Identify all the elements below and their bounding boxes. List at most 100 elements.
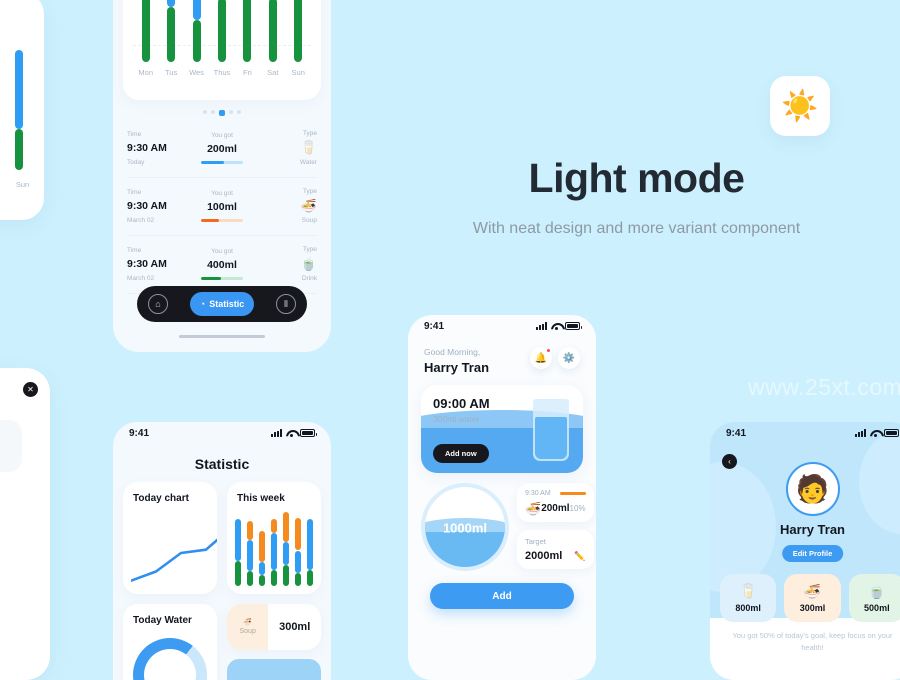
- soup-bowl-icon: 🍜: [525, 501, 542, 516]
- history-progress-bar: [200, 277, 243, 280]
- bar-segment: [283, 565, 289, 586]
- wifi-icon: [551, 322, 561, 330]
- history-amount: 100ml: [207, 201, 237, 213]
- bell-icon[interactable]: 🔔: [530, 347, 552, 369]
- today-chart-card[interactable]: Today chart: [123, 482, 217, 594]
- greeting-row: Good Morning, Harry Tran 🔔 ⚙️: [408, 337, 596, 375]
- tab-statistic[interactable]: ◔ Statistic: [189, 292, 255, 316]
- signal-icon: [271, 429, 282, 437]
- today-water-title: Today Water: [133, 615, 192, 626]
- profile-stat-amount: 500ml: [864, 602, 890, 613]
- target-card[interactable]: Target 2000ml ✏️: [517, 530, 594, 569]
- cropped-chart-card: SatSun: [0, 0, 44, 220]
- reminder-time: 09:00 AM: [433, 396, 490, 411]
- bar-column: [271, 512, 277, 586]
- pencil-icon[interactable]: ✏️: [574, 551, 585, 562]
- reminder-card[interactable]: 09:00 AM 300ml water Add now: [421, 385, 583, 473]
- edit-profile-button[interactable]: Edit Profile: [781, 545, 844, 562]
- soup-summary-card[interactable]: 🍜 Soup 300ml: [227, 604, 321, 650]
- history-amount: 200ml: [207, 143, 237, 155]
- profile-name: Harry Tran: [779, 522, 846, 537]
- type-chip-drink[interactable]: 🍵 Drink: [0, 420, 22, 472]
- bar-segment: [295, 550, 301, 573]
- bar-segment: [247, 540, 253, 572]
- history-type: Water: [299, 159, 317, 166]
- soup-card-amount: 300ml: [279, 621, 311, 633]
- status-time: 9:41: [424, 320, 445, 332]
- intake-log-card[interactable]: 9:30 AM 🍜 200ml 10%: [517, 483, 594, 522]
- today-line-chart: [131, 516, 217, 586]
- history-amount-label: You got: [211, 190, 233, 197]
- bar-column: [247, 512, 253, 586]
- status-bar: 9:41: [113, 422, 331, 444]
- bar-segment: [167, 7, 176, 62]
- bar-segment: [247, 571, 253, 586]
- today-water-card[interactable]: Today Water: [123, 604, 217, 680]
- bar-column: [235, 512, 241, 586]
- add-button[interactable]: Add: [430, 583, 574, 609]
- history-row[interactable]: Time 9:30 AM Today You got 200ml Type 🥛 Water: [127, 120, 317, 178]
- history-time: 9:30 AM: [127, 257, 167, 270]
- bottom-navigation: ⌂ ◔ Statistic ⦀: [137, 286, 307, 322]
- this-week-card[interactable]: This week: [227, 482, 321, 594]
- axis-tick-label: Tus: [165, 68, 178, 77]
- battery-icon: [884, 429, 900, 437]
- target-label: Target: [525, 537, 546, 546]
- status-indicators: [271, 429, 317, 437]
- profile-stat-card[interactable]: 🍵 500ml: [848, 574, 900, 622]
- bar-column: [268, 0, 277, 62]
- sliders-icon[interactable]: ⦀: [275, 294, 296, 314]
- bar-segment: [247, 520, 253, 541]
- profile-stat-card[interactable]: 🍜 300ml: [784, 574, 841, 622]
- bar-segment: [217, 0, 226, 62]
- bar-segment: [192, 0, 201, 20]
- log-time: 9:30 AM: [525, 490, 551, 497]
- cropped-bar-chart: [0, 50, 36, 170]
- back-arrow-icon[interactable]: ‹: [722, 454, 737, 469]
- water-progress-value: 1000ml: [442, 520, 488, 536]
- wifi-icon: [286, 429, 296, 437]
- bar-segment: [268, 0, 277, 62]
- history-time-label: Time: [127, 130, 142, 138]
- line-series: [131, 528, 217, 581]
- home-icon[interactable]: ⌂: [148, 294, 168, 314]
- axis-tick-label: Fri: [243, 68, 252, 77]
- profile-stat-amount: 800ml: [735, 602, 761, 613]
- profile-stat-card[interactable]: 🥛 800ml: [720, 574, 777, 622]
- profile-stat-amount: 300ml: [799, 602, 826, 613]
- history-date: Today: [127, 158, 145, 166]
- history-progress-bar: [200, 219, 243, 222]
- gear-icon[interactable]: ⚙️: [558, 347, 580, 369]
- pie-chart-icon: ◔: [199, 299, 206, 309]
- statistic-screen: 9:41 Statistic Today chart This week Tod…: [113, 422, 331, 680]
- bar-segment: [271, 532, 277, 570]
- screen-title: Statistic: [194, 456, 250, 472]
- add-now-button[interactable]: Add now: [433, 444, 489, 463]
- signal-icon: [536, 322, 547, 330]
- status-bar: 9:41: [710, 422, 900, 444]
- weekly-bar-chart: [133, 0, 311, 62]
- status-time: 9:41: [129, 427, 150, 439]
- soup-bowl-icon: 🍜: [243, 619, 253, 626]
- water-glass-icon: [533, 399, 569, 461]
- bar-segment: [283, 541, 289, 566]
- signal-icon: [855, 429, 866, 437]
- page-subtitle: With neat design and more variant compon…: [472, 220, 801, 237]
- page-indicator[interactable]: [113, 110, 331, 116]
- history-time-label: Time: [127, 188, 142, 196]
- bar-segment: [307, 569, 313, 586]
- log-progress-bar: [559, 492, 586, 495]
- bar-segment: [235, 560, 241, 586]
- close-icon[interactable]: ✕: [23, 382, 38, 397]
- bar-segment: [271, 519, 277, 533]
- history-time: 9:30 AM: [127, 141, 167, 154]
- history-type-label: Type: [302, 130, 317, 137]
- greeting-name: Harry Tran: [424, 360, 490, 375]
- status-time: 9:41: [726, 427, 747, 439]
- target-value: 2000ml: [525, 550, 563, 562]
- greeting-small: Good Morning,: [424, 347, 481, 357]
- bar-column: [192, 0, 201, 62]
- bar-column: [141, 0, 150, 62]
- water-glass-icon: 🥛: [300, 140, 317, 155]
- history-row[interactable]: Time 9:30 AM March 02 You got 100ml Type 🍜 Soup: [127, 178, 317, 236]
